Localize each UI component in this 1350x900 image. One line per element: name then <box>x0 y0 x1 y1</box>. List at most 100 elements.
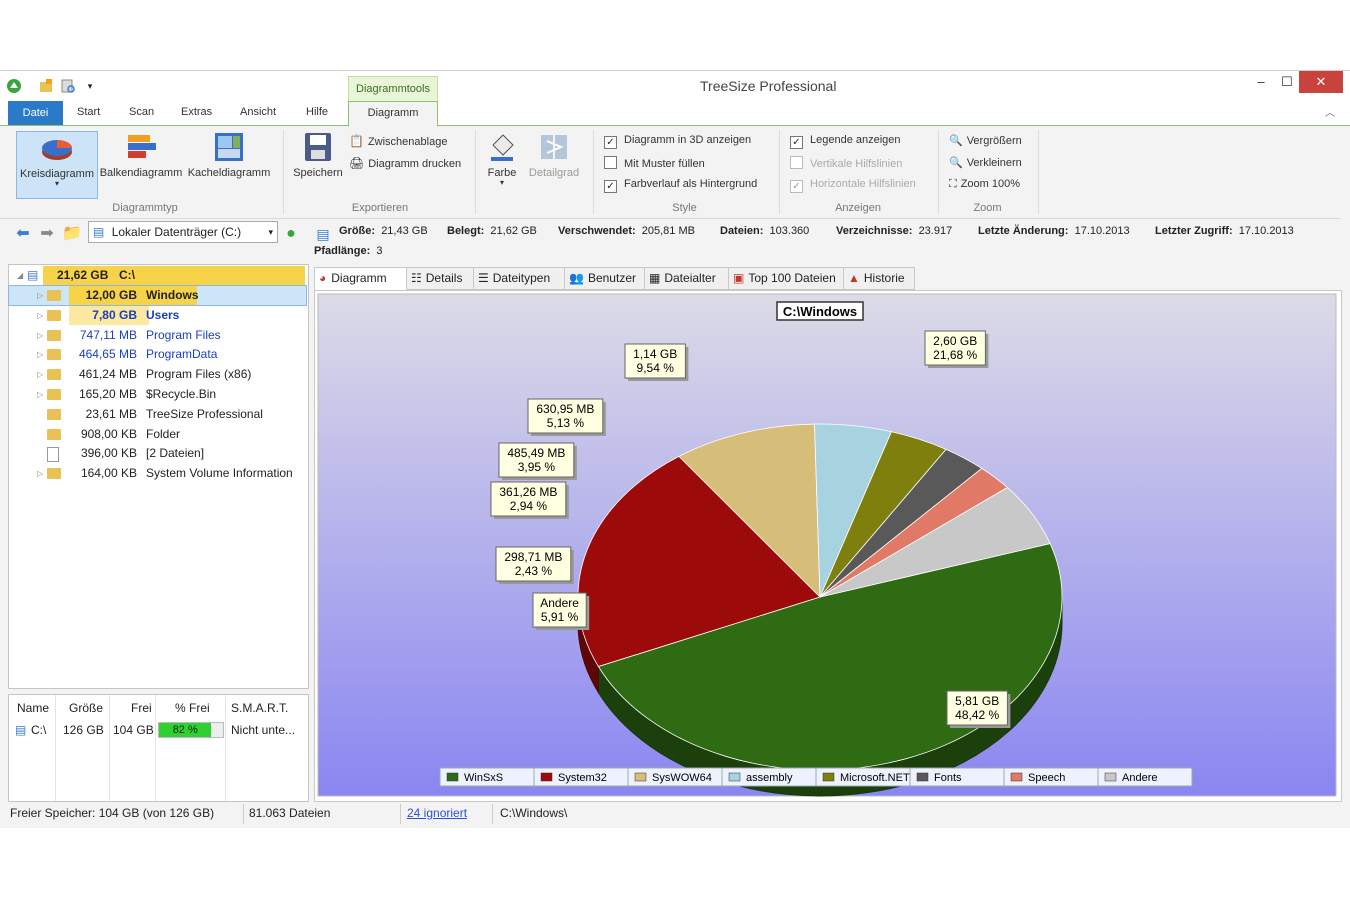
info-label: Größe: <box>339 225 376 237</box>
option-3d[interactable]: ✓ Diagramm in 3D anzeigen <box>604 134 751 149</box>
tree-item-size: 908,00 KB <box>80 426 137 441</box>
option-legend[interactable]: ✓ Legende anzeigen <box>790 134 901 149</box>
drive-icon: ▤ <box>93 225 105 239</box>
collapse-ribbon-icon[interactable]: ︿ <box>1325 104 1335 119</box>
save-label: Speichern <box>293 167 343 179</box>
new-folder-icon[interactable] <box>38 78 54 94</box>
tab-diagramm[interactable]: Diagramm <box>348 101 438 127</box>
info-last-access: Letzter Zugriff: 17.10.2013 <box>1155 225 1294 237</box>
tree-item[interactable]: 23,61 MB TreeSize Professional <box>9 405 306 424</box>
svg-text:630,95 MB: 630,95 MB <box>536 402 594 416</box>
column-header[interactable]: % Frei <box>175 701 210 715</box>
tab-ansicht[interactable]: Ansicht <box>240 106 276 118</box>
slice-label-winsxs: 5,81 GB48,42 % <box>946 690 1011 728</box>
expand-arrow-icon[interactable]: ▷ <box>37 365 43 384</box>
info-label: Verzeichnisse: <box>836 225 913 237</box>
tab-top100[interactable]: ▣ Top 100 Dateien <box>728 267 845 290</box>
legend-item-assembly: assembly <box>721 767 817 787</box>
tree-item-size: 165,20 MB <box>78 387 137 401</box>
tree-item[interactable]: 908,00 KB Folder <box>9 425 306 444</box>
column-header[interactable]: S.M.A.R.T. <box>231 701 288 715</box>
zoom-in-label: Vergrößern <box>966 135 1022 147</box>
tree-root-row[interactable]: ◢ ▤ 21,62 GB C:\ <box>9 266 306 285</box>
history-chart-icon: ▲ <box>848 271 860 285</box>
legend-item-microsoft-net: Microsoft.NET <box>815 767 911 787</box>
tab-extras[interactable]: Extras <box>181 106 212 118</box>
tab-diagramm-view[interactable]: ◕ Diagramm <box>314 267 407 292</box>
pie-chart-button[interactable]: Kreisdiagramm ▾ <box>16 131 98 199</box>
maximize-button[interactable]: ☐ <box>1272 71 1302 93</box>
status-ignored-link[interactable]: 24 ignoriert <box>407 806 467 820</box>
slice-label-syswow64: 1,14 GB9,54 % <box>624 343 689 381</box>
svg-text:Andere: Andere <box>540 596 579 610</box>
zoom-out-button[interactable]: 🔍 Verkleinern <box>949 156 1022 169</box>
tab-benutzer[interactable]: 👥 Benutzer <box>564 267 646 290</box>
drive-icon: ▤ <box>15 723 27 737</box>
checkbox-pattern[interactable] <box>604 156 617 169</box>
info-last-change: Letzte Änderung: 17.10.2013 <box>978 225 1130 237</box>
column-header[interactable]: Frei <box>131 701 152 715</box>
tab-historie[interactable]: ▲ Historie <box>843 267 915 290</box>
tree-item[interactable]: ▷ 165,20 MB $Recycle.Bin <box>9 385 306 404</box>
zoom-in-button[interactable]: 🔍 Vergrößern <box>949 134 1022 147</box>
zoom-reset-button[interactable]: ⛶ Zoom 100% <box>949 178 1020 191</box>
scan-icon[interactable] <box>60 78 76 94</box>
info-dirs: Verzeichnisse: 23.917 <box>836 225 952 237</box>
tab-dateitypen[interactable]: ☰ Dateitypen <box>473 267 566 290</box>
tab-datei[interactable]: Datei <box>8 101 63 125</box>
tree-item[interactable]: ▷ 464,65 MB ProgramData <box>9 345 306 364</box>
expand-arrow-icon[interactable]: ▷ <box>37 306 43 325</box>
tile-chart-button[interactable]: Kacheldiagramm <box>186 131 272 179</box>
bar-chart-button[interactable]: Balkendiagramm <box>98 131 184 179</box>
forward-arrow-icon[interactable]: ➡ <box>38 225 56 243</box>
tree-item[interactable]: ▷ 12,00 GB Windows <box>8 285 307 306</box>
tree-item[interactable]: ▷ 164,00 KB System Volume Information <box>9 464 306 483</box>
save-button[interactable]: Speichern <box>290 131 346 179</box>
tree-item-size: 164,00 KB <box>80 466 137 481</box>
option-pattern[interactable]: Mit Muster füllen <box>604 156 705 170</box>
tab-dateialter[interactable]: ▦ Dateialter <box>644 267 730 290</box>
info-path-length: Pfadlänge: 3 <box>314 245 382 257</box>
tree-item[interactable]: ▷ 747,11 MB Program Files <box>9 326 306 345</box>
drive-select[interactable]: ▤ Lokaler Datenträger (C:) ▾ <box>88 221 278 243</box>
tab-hilfe[interactable]: Hilfe <box>306 106 328 118</box>
close-button[interactable]: ✕ <box>1299 71 1343 93</box>
print-button[interactable]: 🖨 Diagramm drucken <box>349 156 461 170</box>
zoom-reset-icon: ⛶ <box>949 178 957 190</box>
svg-text:2,43 %: 2,43 % <box>515 564 553 578</box>
clipboard-button[interactable]: 📋 Zwischenablage <box>349 134 447 148</box>
checkbox-legend[interactable]: ✓ <box>790 136 803 149</box>
chart-title-box: C:\Windows <box>776 301 864 321</box>
column-header[interactable]: Größe <box>69 701 103 715</box>
tab-label: Dateialter <box>664 271 716 285</box>
tab-details[interactable]: ☷ Details <box>406 267 474 290</box>
tree-item[interactable]: ▷ 461,24 MB Program Files (x86) <box>9 365 306 384</box>
expand-arrow-icon[interactable]: ▷ <box>37 345 43 364</box>
color-button[interactable]: Farbe ▾ <box>482 131 522 187</box>
file-types-icon: ☰ <box>478 271 489 285</box>
expand-arrow-icon[interactable]: ▷ <box>37 464 43 483</box>
info-value: 205,81 MB <box>641 225 695 237</box>
column-header[interactable]: Name <box>17 701 49 715</box>
tab-start[interactable]: Start <box>77 106 100 118</box>
refresh-scan-icon[interactable]: ● <box>282 225 300 243</box>
up-folder-icon[interactable]: 📁 <box>62 225 82 243</box>
qat-dropdown-icon[interactable]: ▾ <box>82 78 98 94</box>
slice-label-fonts: 361,26 MB2,94 % <box>490 481 569 519</box>
zoom-reset-label: Zoom 100% <box>960 178 1021 190</box>
svg-text:Speech: Speech <box>1028 772 1065 784</box>
svg-text:2,60 GB: 2,60 GB <box>933 334 977 348</box>
bar-chart-icon <box>124 131 158 163</box>
option-gradient[interactable]: ✓ Farbverlauf als Hintergrund <box>604 178 757 193</box>
expand-arrow-icon[interactable]: ▷ <box>37 286 43 305</box>
expand-arrow-icon[interactable]: ▷ <box>37 385 43 404</box>
checkbox-3d[interactable]: ✓ <box>604 136 617 149</box>
expand-arrow-icon[interactable]: ▷ <box>37 326 43 345</box>
tree-item[interactable]: 396,00 KB [2 Dateien] <box>9 444 306 463</box>
tab-scan[interactable]: Scan <box>129 106 154 118</box>
drive-table: Name Größe Frei % Frei S.M.A.R.T. ▤ C:\ … <box>8 694 309 802</box>
tree-item[interactable]: ▷ 7,80 GB Users <box>9 305 306 325</box>
back-arrow-icon[interactable]: ⬅ <box>14 225 32 243</box>
checkbox-gradient[interactable]: ✓ <box>604 180 617 193</box>
expanded-arrow-icon[interactable]: ◢ <box>17 266 23 285</box>
